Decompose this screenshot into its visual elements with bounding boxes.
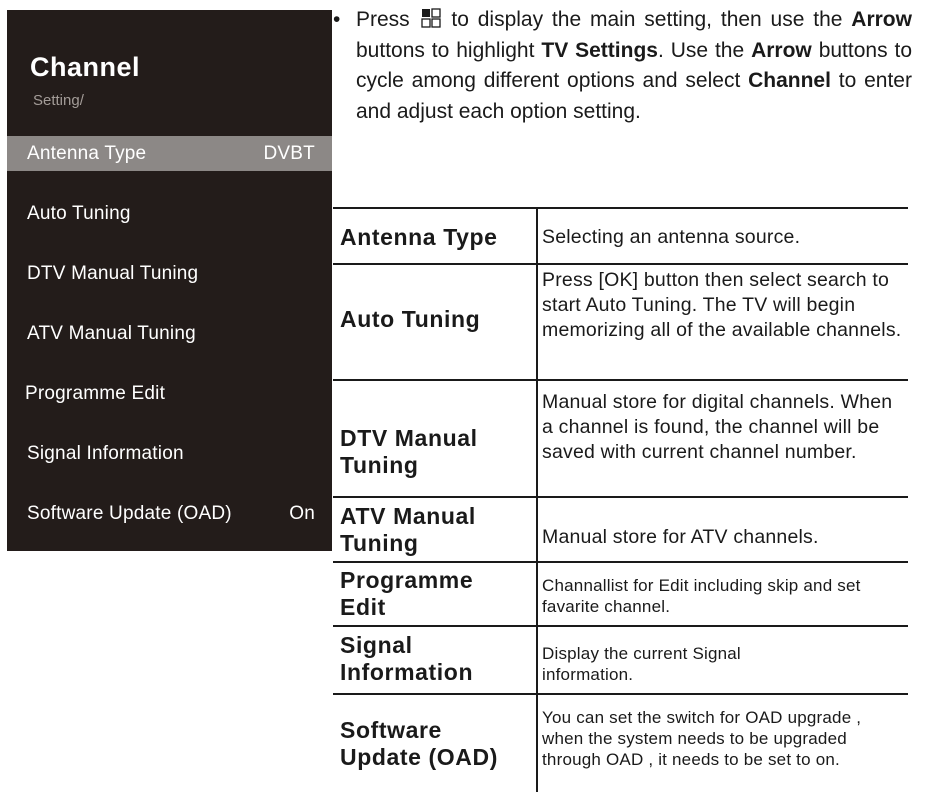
table-rule	[333, 693, 908, 695]
table-desc: Manual store for ATV channels.	[542, 526, 819, 548]
table-term: Signal Information	[340, 632, 474, 685]
menu-item-auto-tuning[interactable]: Auto Tuning	[7, 196, 332, 231]
table-term: ATV Manual Tuning	[340, 503, 476, 556]
menu-item-value: On	[289, 503, 315, 524]
menu-breadcrumb: Setting/	[33, 92, 84, 109]
menu-item-value: DVBT	[263, 143, 315, 164]
table-desc: You can set the switch for OAD upgrade ,…	[542, 708, 862, 769]
menu-item-programme-edit[interactable]: Programme Edit	[7, 376, 332, 411]
menu-item-dtv-manual-tuning[interactable]: DTV Manual Tuning	[7, 256, 332, 291]
instr-arrow-1: Arrow	[851, 8, 912, 31]
menu-item-label: Auto Tuning	[27, 203, 131, 224]
table-column-divider	[536, 207, 538, 792]
instr-text-1: to display the main setting, then use th…	[451, 8, 843, 31]
table-rule	[333, 207, 908, 209]
instr-arrow-2: Arrow	[751, 38, 812, 62]
menu-item-atv-manual-tuning[interactable]: ATV Manual Tuning	[7, 316, 332, 351]
instr-channel: Channel	[748, 69, 831, 92]
table-rule	[333, 561, 908, 563]
menu-item-software-update[interactable]: Software Update (OAD) On	[7, 496, 332, 531]
menu-item-label: Software Update (OAD)	[27, 503, 232, 524]
table-term: Programme Edit	[340, 567, 474, 620]
instr-text-3: . Use the	[657, 38, 745, 62]
table-desc: Manual store for digital channels. When …	[542, 391, 893, 463]
table-term: DTV Manual Tuning	[340, 425, 478, 478]
menu-item-label: Antenna Type	[27, 143, 147, 164]
channel-settings-menu: Channel Setting/ Antenna Type DVBT Auto …	[7, 10, 332, 551]
bullet-marker: •	[333, 8, 341, 31]
menu-item-label: Programme Edit	[25, 383, 166, 404]
table-rule	[333, 625, 908, 627]
instr-press: Press	[356, 8, 410, 31]
instr-text-2: buttons to highlight	[356, 38, 535, 62]
table-rule	[333, 496, 908, 498]
menu-item-signal-information[interactable]: Signal Information	[7, 436, 332, 471]
menu-item-label: DTV Manual Tuning	[27, 263, 199, 284]
table-desc: Channallist for Edit including skip and …	[542, 576, 861, 616]
menu-item-label: ATV Manual Tuning	[27, 323, 196, 344]
table-desc: Press [OK] button then select search to …	[542, 269, 902, 341]
table-rule	[333, 263, 908, 265]
menu-title: Channel	[30, 52, 141, 82]
instruction-paragraph: Press to display the main setting, then …	[356, 5, 912, 127]
table-rule	[333, 379, 908, 381]
table-desc: Selecting an antenna source.	[542, 226, 801, 248]
table-term: Auto Tuning	[340, 306, 481, 332]
table-term: Antenna Type	[340, 224, 498, 250]
menu-key-icon	[420, 8, 441, 28]
table-desc: Display the current Signal information.	[542, 644, 741, 684]
menu-item-antenna-type[interactable]: Antenna Type DVBT	[7, 136, 332, 171]
menu-item-label: Signal Information	[27, 443, 184, 464]
table-term: Software Update (OAD)	[340, 717, 498, 770]
instr-tv-settings: TV Settings	[541, 38, 658, 62]
